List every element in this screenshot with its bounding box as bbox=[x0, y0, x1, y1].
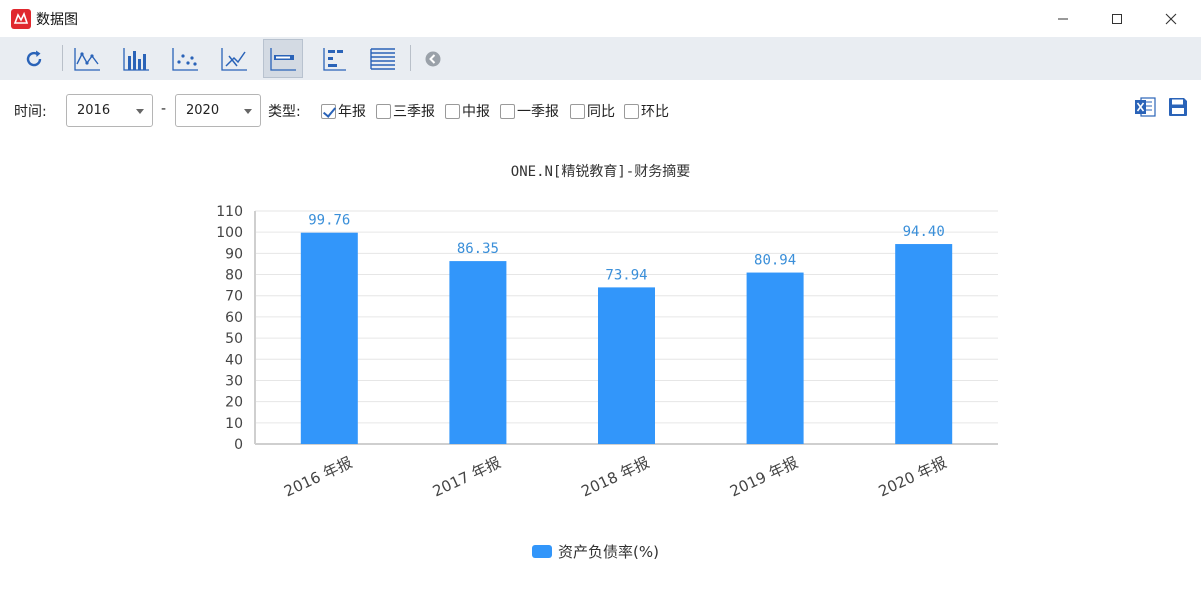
bar bbox=[449, 261, 507, 444]
toolbar-separator bbox=[410, 45, 411, 71]
type-label: 类型: bbox=[268, 104, 301, 120]
checkbox-annual[interactable]: 年报 bbox=[321, 102, 366, 120]
toolbar-separator bbox=[62, 45, 63, 71]
close-icon bbox=[1165, 13, 1177, 24]
title-bar: 数据图 bbox=[0, 0, 1201, 37]
excel-export-icon bbox=[1135, 97, 1156, 117]
minimize-icon bbox=[1058, 18, 1068, 19]
line-chart-icon bbox=[74, 47, 100, 71]
y-tick-label: 70 bbox=[225, 289, 243, 305]
x-tick-label: 2018 年报 bbox=[578, 453, 652, 500]
legend-label: 资产负债率(%) bbox=[558, 543, 659, 561]
y-tick-label: 90 bbox=[225, 246, 243, 262]
bar bbox=[300, 232, 358, 444]
save-icon bbox=[1169, 98, 1187, 116]
refresh-icon bbox=[26, 50, 42, 66]
checkbox-label: 三季报 bbox=[393, 104, 435, 120]
tree-list-icon bbox=[323, 47, 346, 71]
checkbox-qoq[interactable]: 环比 bbox=[624, 102, 669, 120]
x-tick-label: 2016 年报 bbox=[281, 453, 355, 500]
to-year-value: 2020 bbox=[186, 103, 220, 118]
scatter-chart-icon bbox=[172, 47, 198, 71]
table-list-button[interactable] bbox=[363, 39, 403, 78]
checkbox-box[interactable] bbox=[570, 103, 585, 119]
chevron-down-icon bbox=[244, 109, 252, 114]
legend-swatch bbox=[532, 545, 552, 558]
range-dash: - bbox=[161, 101, 167, 117]
y-tick-label: 60 bbox=[225, 310, 243, 326]
chart-area: ONE.N[精锐教育]-财务摘要 0 10 20 30 40 50 60 70 80 90 100 1… bbox=[0, 140, 1201, 600]
x-tick-label: 2017 年报 bbox=[430, 453, 504, 500]
bar-chart-icon bbox=[123, 47, 149, 71]
bar-chart-button[interactable] bbox=[116, 39, 156, 78]
checkbox-label: 环比 bbox=[641, 104, 669, 120]
tree-list-button[interactable] bbox=[313, 39, 353, 78]
x-tick-label: 2020 年报 bbox=[876, 453, 950, 500]
y-tick-label: 40 bbox=[225, 352, 243, 368]
save-button[interactable] bbox=[1167, 96, 1189, 118]
y-tick-label: 10 bbox=[225, 416, 243, 432]
y-tick-label: 110 bbox=[216, 204, 243, 220]
bar bbox=[746, 272, 804, 444]
data-label: 86.35 bbox=[457, 241, 499, 257]
checkbox-label: 同比 bbox=[587, 104, 615, 120]
checkbox-yoy[interactable]: 同比 bbox=[570, 102, 615, 120]
app-logo-icon bbox=[11, 9, 31, 29]
from-year-value: 2016 bbox=[77, 103, 111, 118]
table-list-icon bbox=[370, 47, 395, 70]
checkbox-label: 年报 bbox=[338, 104, 366, 120]
checkbox-box[interactable] bbox=[500, 103, 515, 119]
checkbox-label: 一季报 bbox=[517, 104, 559, 120]
trend-chart-button[interactable] bbox=[214, 39, 254, 78]
back-button[interactable] bbox=[413, 39, 453, 78]
minimize-button[interactable] bbox=[1040, 0, 1086, 37]
checkbox-q3[interactable]: 三季报 bbox=[376, 102, 435, 120]
data-label: 80.94 bbox=[754, 253, 796, 269]
y-tick-label: 80 bbox=[225, 268, 243, 284]
y-tick-label: 0 bbox=[234, 437, 243, 453]
y-tick-label: 20 bbox=[225, 395, 243, 411]
horizontal-bar-button[interactable] bbox=[263, 39, 303, 78]
close-button[interactable] bbox=[1148, 0, 1194, 37]
y-tick-label: 50 bbox=[225, 331, 243, 347]
y-tick-label: 100 bbox=[216, 225, 243, 241]
excel-export-button[interactable] bbox=[1134, 96, 1156, 118]
scatter-chart-button[interactable] bbox=[165, 39, 205, 78]
chevron-down-icon bbox=[136, 109, 144, 114]
chart-legend[interactable]: 资产负债率(%) bbox=[532, 541, 659, 562]
checkbox-label: 中报 bbox=[462, 104, 490, 120]
to-year-select[interactable]: 2020 bbox=[175, 94, 261, 127]
window-title: 数据图 bbox=[36, 12, 78, 28]
time-label: 时间: bbox=[14, 104, 47, 120]
line-chart-button[interactable] bbox=[67, 39, 107, 78]
data-label: 99.76 bbox=[308, 213, 350, 229]
checkbox-box[interactable] bbox=[445, 103, 460, 119]
checkbox-box[interactable] bbox=[624, 103, 639, 119]
refresh-button[interactable] bbox=[14, 39, 54, 78]
bar bbox=[598, 287, 655, 444]
checkbox-interim[interactable]: 中报 bbox=[445, 102, 490, 120]
checkbox-box[interactable] bbox=[376, 103, 391, 119]
maximize-icon bbox=[1112, 13, 1122, 24]
x-tick-label: 2019 年报 bbox=[727, 453, 801, 500]
toolbar bbox=[0, 37, 1201, 80]
back-icon bbox=[425, 51, 441, 66]
from-year-select[interactable]: 2016 bbox=[66, 94, 153, 127]
bar-chart: 0 10 20 30 40 50 60 70 80 90 100 110 99.76 2016 年报 86.… bbox=[216, 204, 998, 500]
checkbox-q1[interactable]: 一季报 bbox=[500, 102, 559, 120]
data-label: 73.94 bbox=[605, 267, 647, 283]
maximize-button[interactable] bbox=[1094, 0, 1140, 37]
trend-chart-icon bbox=[221, 47, 247, 71]
checkbox-box[interactable] bbox=[321, 103, 336, 119]
horizontal-bar-icon bbox=[270, 47, 296, 71]
y-tick-label: 30 bbox=[225, 373, 243, 389]
data-chart-window: 数据图 时间: 2016 - 2020 类型: 年报 三季报 中报 一季报 同比… bbox=[0, 0, 1201, 600]
data-label: 94.40 bbox=[903, 224, 945, 240]
bar bbox=[895, 244, 953, 444]
